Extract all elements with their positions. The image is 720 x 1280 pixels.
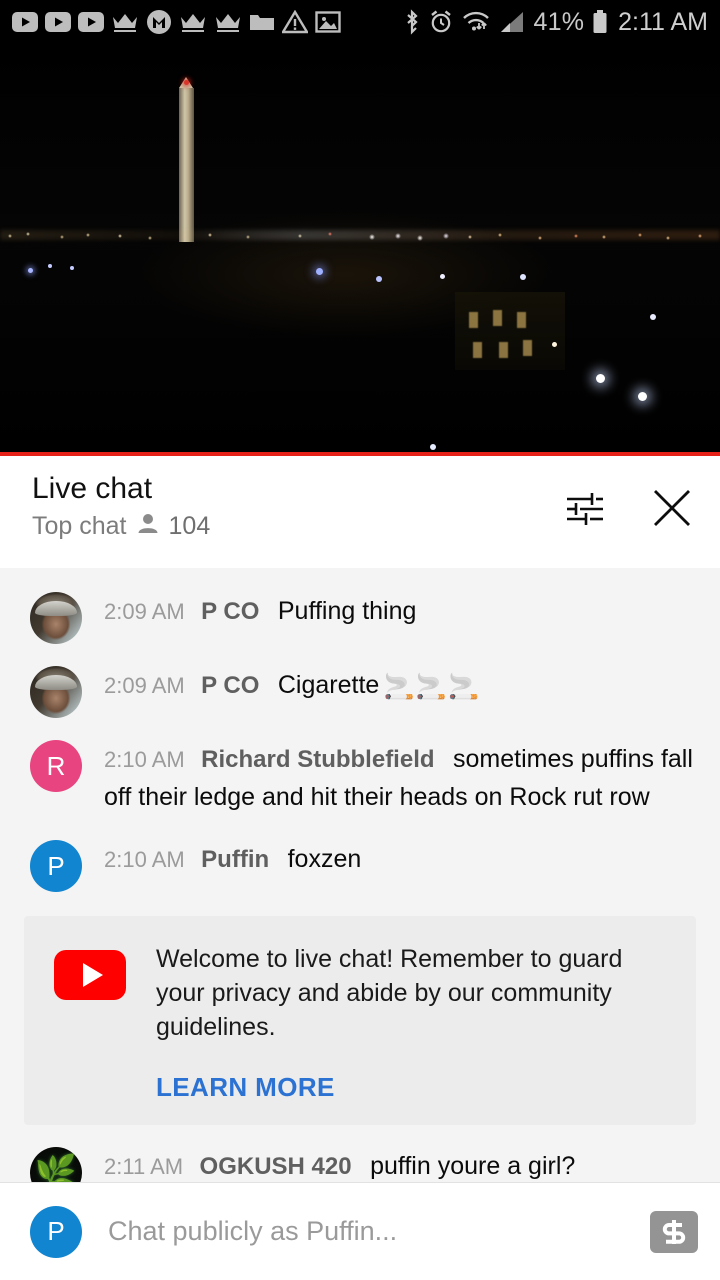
bluetooth-icon [403,9,421,35]
light-dot [596,374,605,383]
play-triangle [82,963,103,987]
cell-signal-icon [499,10,525,34]
warning-triangle-icon [282,10,308,34]
washington-monument [179,77,194,242]
cigarette-emoji: 🚬🚬🚬 [383,673,481,701]
youtube-notification-icon [12,12,38,32]
avatar-initial: R [46,750,66,781]
message-timestamp: 2:09 AM [104,673,185,698]
message-author[interactable]: P CO [201,672,259,699]
crown-icon [111,11,139,33]
chat-message-row[interactable]: R 2:10 AM Richard Stubblefield sometimes… [0,728,720,828]
light-dot [650,314,656,320]
person-icon [137,512,159,541]
welcome-card-text: Welcome to live chat! Remember to guard … [156,945,623,1041]
battery-percent-label: 41% [533,7,585,36]
status-bar-system-icons: 41% 2:11 AM [403,8,708,37]
chat-input[interactable] [108,1216,650,1247]
crown-icon [214,11,242,33]
welcome-card-body: Welcome to live chat! Remember to guard … [156,942,672,1103]
light-dot [70,266,74,270]
chat-subtitle-row: Top chat 104 [32,512,210,541]
wifi-icon [461,9,491,35]
light-dot [638,392,647,401]
message-author[interactable]: Puffin [201,846,269,873]
message-text: puffin youre a girl? [370,1152,576,1180]
welcome-notice-card: Welcome to live chat! Remember to guard … [24,916,696,1125]
chat-message-row[interactable]: P 2:10 AM Puffin foxzen [0,828,720,902]
learn-more-link[interactable]: LEARN MORE [156,1072,662,1103]
live-chat-titles: Live chat Top chat 104 [32,470,210,541]
chat-input-bar[interactable]: P [0,1182,720,1280]
message-timestamp: 2:10 AM [104,847,185,872]
avatar[interactable] [30,592,82,644]
message-text: Cigarette [277,671,380,699]
crown-icon [179,11,207,33]
night-sky [0,44,720,456]
live-chat-actions [558,470,698,534]
message-author[interactable]: P CO [201,598,259,625]
message-author[interactable]: Richard Stubblefield [201,746,434,773]
viewer-count: 104 [168,512,211,540]
status-bar: 41% 2:11 AM [0,0,720,44]
avatar[interactable]: R [30,740,82,792]
youtube-notification-icon [78,12,104,32]
page-title: Live chat [32,472,153,505]
status-bar-clock: 2:11 AM [618,7,708,36]
light-dot [552,342,557,347]
m-badge-icon [146,9,172,35]
message-author[interactable]: OGKUSH 420 [200,1153,352,1180]
light-dot [520,274,526,280]
light-dot [376,276,382,282]
avatar-initial: P [47,1216,65,1246]
folder-icon [249,11,275,33]
message-text: foxzen [287,845,362,873]
chat-message-row[interactable]: 2:09 AM P CO Puffing thing [0,580,720,654]
avatar-initial: P [47,850,65,881]
youtube-notification-icon [45,12,71,32]
avatar[interactable]: P [30,840,82,892]
live-chat-message-list[interactable]: 2:09 AM P CO Puffing thing 2:09 AM P CO … [0,568,720,1182]
avatar[interactable]: 🌿 [30,1147,82,1182]
video-player[interactable] [0,44,720,456]
light-dot [48,264,52,268]
tune-filter-icon[interactable] [558,482,610,534]
chat-message-body: 2:10 AM Richard Stubblefield sometimes p… [104,738,696,818]
chat-message-body: 2:09 AM P CO Puffing thing [104,590,416,632]
youtube-logo-icon [54,950,126,1000]
message-timestamp: 2:10 AM [104,747,185,772]
app-screen: 41% 2:11 AM Live chat Top chat 104 2:09 … [0,0,720,1280]
image-icon [315,10,341,34]
light-dot [430,444,436,450]
chat-mode-label[interactable]: Top chat [32,512,127,541]
chat-message-body: 2:09 AM P CO Cigarette 🚬🚬🚬 [104,664,480,706]
message-timestamp: 2:11 AM [104,1154,184,1179]
light-dot [316,268,323,275]
cannabis-leaf-icon: 🌿 [34,1154,78,1182]
message-text: Puffing thing [277,597,417,625]
chat-message-row[interactable]: 2:09 AM P CO Cigarette 🚬🚬🚬 [0,654,720,728]
lit-building [455,292,565,370]
light-dot [440,274,445,279]
chat-message-row[interactable]: 🌿 2:11 AM OGKUSH 420 puffin youre a girl… [0,1135,720,1182]
city-light-glow [0,230,720,240]
avatar[interactable]: P [30,1205,82,1258]
live-chat-header: Live chat Top chat 104 [0,456,720,574]
chat-message-body: 2:10 AM Puffin foxzen [104,838,361,880]
avatar[interactable] [30,666,82,718]
battery-icon [592,9,608,35]
status-bar-notification-icons [12,9,341,35]
light-dot [28,268,33,273]
message-timestamp: 2:09 AM [104,599,185,624]
alarm-icon [429,9,453,35]
close-x-icon[interactable] [646,482,698,534]
chat-message-body: 2:11 AM OGKUSH 420 puffin youre a girl? [104,1145,575,1182]
super-chat-dollar-icon[interactable] [650,1210,698,1253]
